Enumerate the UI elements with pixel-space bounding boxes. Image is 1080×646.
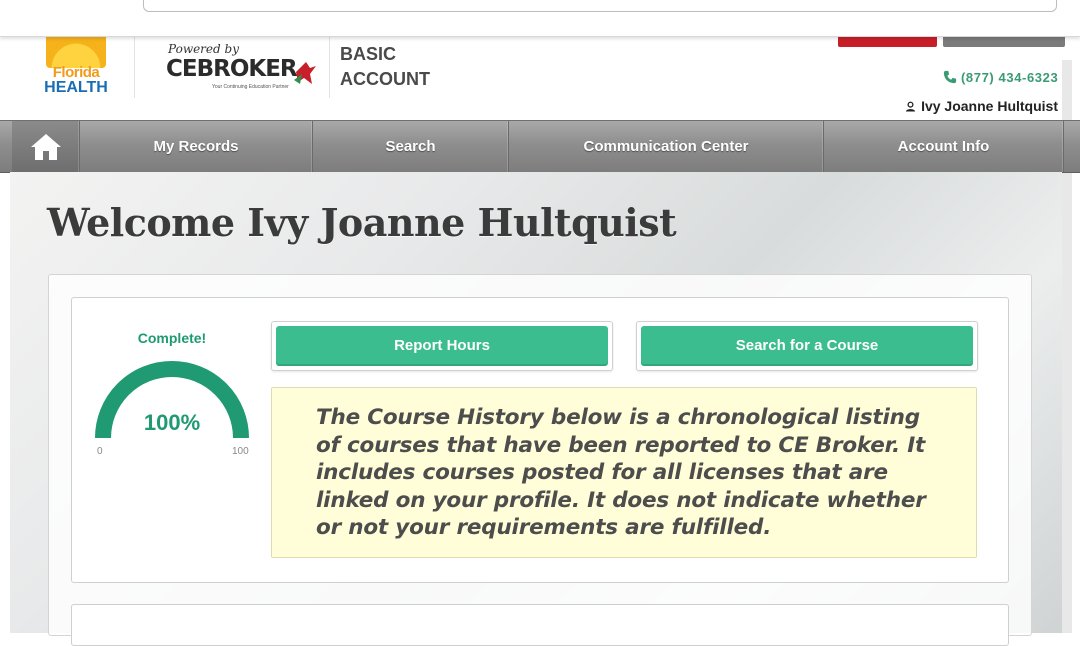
phone-number-text: (877) 434-6323	[961, 70, 1059, 85]
report-hours-button[interactable]: Report Hours	[276, 326, 608, 366]
ce-broker-tagline: Your Continuing Education Partner	[212, 84, 289, 90]
login-button[interactable]	[838, 36, 937, 47]
nav-search[interactable]: Search	[313, 121, 509, 172]
nav-account-info[interactable]: Account Info	[824, 121, 1064, 172]
powered-by-text: Powered by	[168, 42, 239, 56]
user-icon	[905, 101, 916, 112]
progress-status: Complete!	[137, 330, 207, 346]
course-history-card	[71, 604, 1009, 646]
florida-health-logo[interactable]: Florida HEALTH	[44, 36, 108, 98]
support-button[interactable]	[943, 36, 1065, 47]
welcome-heading: Welcome Ivy Joanne Hultquist	[47, 200, 677, 245]
gauge-max-label: 100	[232, 446, 249, 457]
gauge-min-label: 0	[97, 446, 103, 457]
header-divider	[134, 36, 135, 98]
nav-home[interactable]	[12, 121, 80, 172]
account-type-line1: BASIC	[340, 44, 397, 64]
phone-number[interactable]: (877) 434-6323	[943, 70, 1058, 85]
top-search-box[interactable]	[143, 0, 1057, 12]
nav-communication-center[interactable]: Communication Center	[509, 121, 824, 172]
phone-icon	[943, 70, 957, 84]
search-course-button[interactable]: Search for a Course	[641, 326, 973, 366]
top-bar	[0, 0, 1080, 37]
home-icon	[30, 134, 61, 160]
account-type-line2: ACCOUNT	[340, 69, 430, 89]
ce-broker-logo[interactable]: CEBROKER	[166, 56, 298, 82]
nav-my-records[interactable]: My Records	[80, 121, 313, 172]
main-navigation: My Records Search Communication Center A…	[0, 120, 1080, 173]
progress-percentage: 100%	[143, 410, 201, 435]
user-name: Ivy Joanne Hultquist	[921, 98, 1058, 114]
header: Florida HEALTH Powered by CEBROKER Your …	[0, 36, 1080, 120]
cardinal-bird-icon	[294, 62, 316, 84]
account-type: BASIC ACCOUNT	[340, 42, 430, 92]
report-hours-wrapper: Report Hours	[271, 321, 613, 371]
course-history-notice: The Course History below is a chronologi…	[271, 387, 977, 558]
search-course-wrapper: Search for a Course	[636, 321, 978, 371]
user-menu[interactable]: Ivy Joanne Hultquist	[905, 98, 1058, 114]
header-divider	[329, 36, 330, 98]
logo-text-health: HEALTH	[44, 79, 108, 96]
